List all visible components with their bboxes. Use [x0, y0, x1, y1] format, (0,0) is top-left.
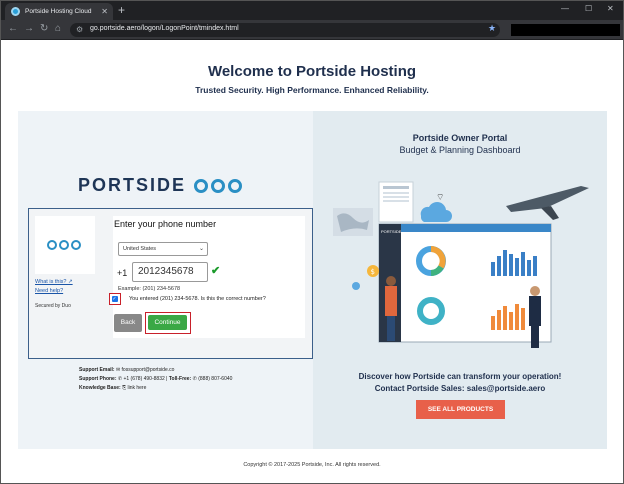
support-phone: Support Phone: ✆ +1 (678) 490-8832 | Tol…: [79, 376, 233, 382]
country-value: United States: [123, 246, 157, 252]
tab-bar: Portside Hosting Cloud ✕ + — ☐ ✕: [1, 1, 623, 20]
support-email: Support Email: ✉ fossupport@portside.co: [79, 367, 174, 373]
duo-logo-box: [35, 216, 95, 274]
forward-arrow-icon[interactable]: →: [24, 23, 34, 35]
close-window-button[interactable]: ✕: [607, 4, 614, 13]
browser-tab[interactable]: Portside Hosting Cloud ✕: [5, 3, 113, 20]
continue-button[interactable]: Continue: [148, 315, 187, 330]
page-content: Welcome to Portside Hosting Trusted Secu…: [1, 41, 623, 483]
logo-circles-icon: [194, 178, 245, 193]
knowledge-base: Knowledge Base: ⎘ link here: [79, 385, 146, 391]
knowledge-base-link[interactable]: ⎘ link here: [122, 385, 146, 391]
home-icon[interactable]: ⌂: [55, 23, 61, 35]
person-left-graphic: [385, 286, 397, 316]
country-code: +1: [117, 268, 128, 278]
support-email-value[interactable]: ✉ fossupport@portside.co: [116, 367, 174, 373]
copyright: Copyright © 2017-2025 Portside, Inc. All…: [243, 462, 381, 468]
restore-button[interactable]: ☐: [585, 4, 592, 13]
redacted-profile-area: [511, 24, 620, 36]
confirm-number-checkbox[interactable]: ✓: [109, 293, 121, 305]
chevron-down-icon: ⌄: [198, 246, 204, 252]
browser-toolbar: ← → ↻ ⌂ ⚙ go.portside.aero/logon/LogonPo…: [1, 20, 623, 40]
person-right-graphic: [529, 296, 541, 326]
reload-icon[interactable]: ↻: [40, 23, 48, 35]
duo-logo-icon: [47, 240, 83, 250]
back-button[interactable]: Back: [114, 314, 142, 332]
back-arrow-icon[interactable]: ←: [8, 23, 18, 35]
need-help-link[interactable]: Need help?: [35, 288, 63, 294]
cloud-icon: [420, 202, 452, 222]
bookmark-star-icon[interactable]: ★: [488, 23, 496, 34]
knowledge-base-label: Knowledge Base:: [79, 385, 121, 391]
site-info-icon[interactable]: ⚙: [76, 25, 83, 34]
duo-prompt-frame: What is this? ↗ Need help? Secured by Du…: [28, 208, 313, 359]
page-tagline: Trusted Security. High Performance. Enha…: [195, 85, 429, 95]
support-email-label: Support Email:: [79, 367, 115, 373]
duo-form-title: Enter your phone number: [114, 219, 217, 229]
tab-close-icon[interactable]: ✕: [101, 7, 108, 16]
dashboard-screen: [378, 223, 552, 343]
confirm-number-text: You entered (201) 234-5678. Is this the …: [129, 296, 266, 302]
svg-text:$: $: [371, 268, 375, 276]
tab-title: Portside Hosting Cloud: [25, 8, 92, 15]
portside-logo: PORTSIDE: [78, 175, 245, 196]
logo-wordmark: PORTSIDE: [78, 175, 187, 195]
phone-example: Example: (201) 234-5678: [118, 286, 181, 292]
page-title: Welcome to Portside Hosting: [207, 63, 417, 80]
minimize-button[interactable]: —: [561, 4, 569, 13]
see-all-products-button[interactable]: SEE ALL PRODUCTS: [416, 400, 505, 419]
checkmark-icon: ✓: [111, 295, 118, 302]
favicon-icon: [11, 7, 20, 16]
browser-window: Portside Hosting Cloud ✕ + — ☐ ✕ ← → ↻ ⌂…: [0, 0, 624, 484]
dashboard-brand: PORTSIDE: [381, 229, 402, 234]
new-tab-button[interactable]: +: [118, 3, 125, 17]
country-select[interactable]: United States ⌄: [118, 242, 208, 256]
support-phone-label: Support Phone:: [79, 376, 117, 382]
phone-input[interactable]: 2012345678: [132, 262, 208, 282]
valid-checkmark-icon: ✔: [211, 265, 221, 277]
toll-free-value: ✆ (888) 807-6040: [192, 376, 233, 382]
login-panel: PORTSIDE What is this? ↗ Need help? Secu…: [18, 111, 313, 449]
support-phone-value: ✆ +1 (678) 490-8832: [117, 376, 165, 382]
dashboard-illustration: ⌔ PORTSIDE $: [333, 181, 589, 348]
svg-text:⌔: ⌔: [436, 193, 444, 203]
promo-subtitle: Budget & Planning Dashboard: [399, 145, 521, 155]
toll-free-label: Toll-Free:: [168, 376, 192, 382]
what-is-this-link[interactable]: What is this? ↗: [35, 279, 73, 285]
continue-highlight: Continue: [145, 312, 191, 334]
discover-text: Discover how Portside can transform your…: [358, 372, 562, 381]
secured-by-duo: Secured by Duo: [35, 303, 71, 309]
address-bar[interactable]: ⚙ go.portside.aero/logon/LogonPoint/tmin…: [70, 23, 500, 37]
contact-sales-text: Contact Portside Sales: sales@portside.a…: [374, 384, 546, 393]
promo-title: Portside Owner Portal: [412, 133, 508, 143]
url-text[interactable]: go.portside.aero/logon/LogonPoint/tminde…: [90, 25, 239, 32]
